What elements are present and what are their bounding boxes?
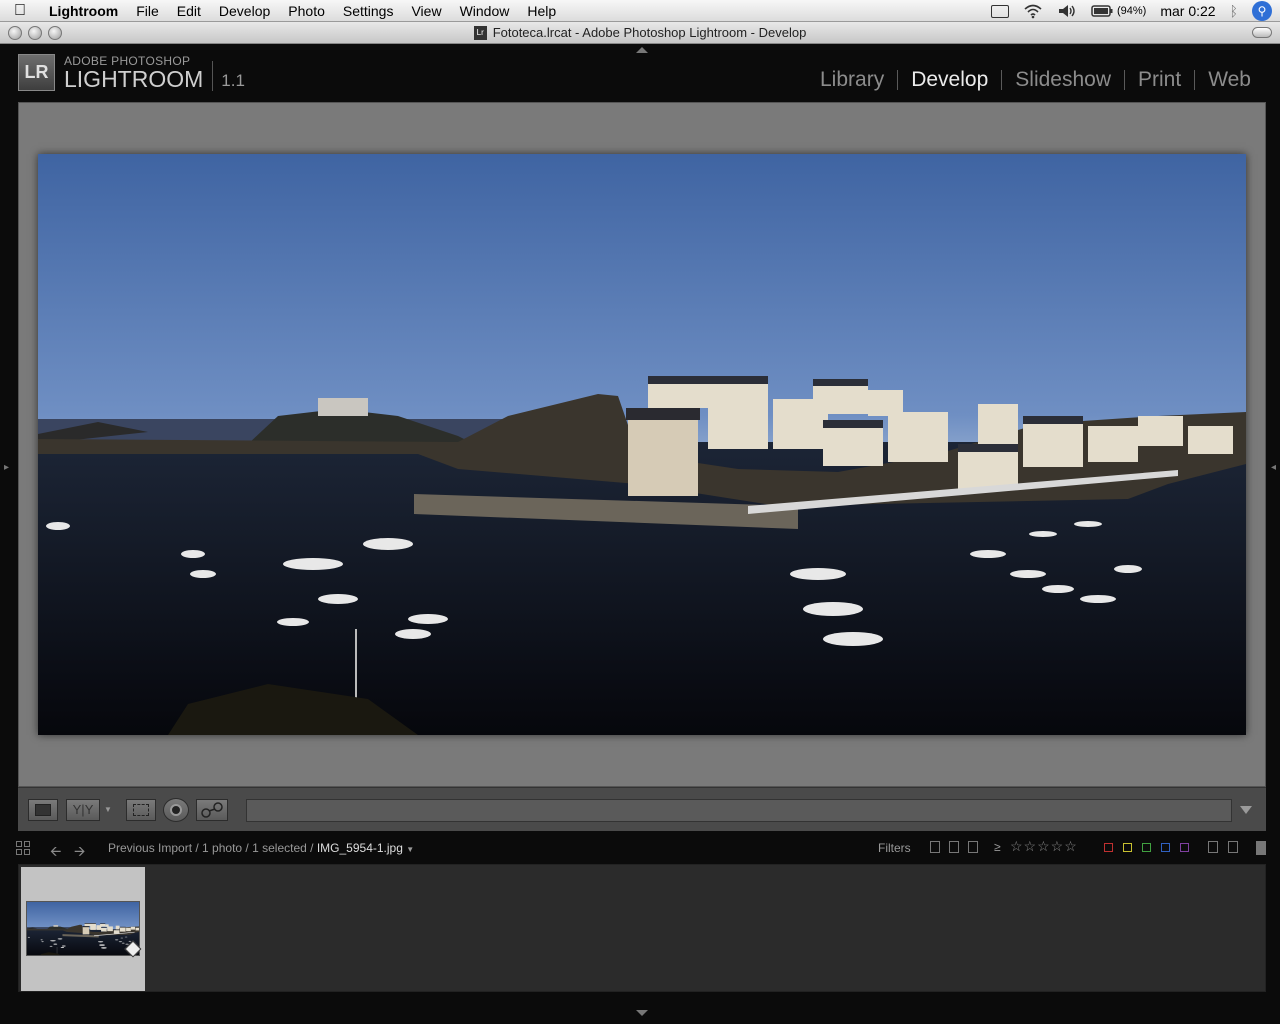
right-panel-toggle-icon[interactable]: ◂ xyxy=(1271,462,1276,473)
toolbar-info-field[interactable] xyxy=(246,799,1232,822)
spot-removal-tool-button[interactable] xyxy=(196,799,228,821)
close-window-button[interactable] xyxy=(8,26,22,40)
minimize-window-button[interactable] xyxy=(28,26,42,40)
crumb-source: Previous Import xyxy=(108,841,193,855)
volume-icon[interactable] xyxy=(1057,3,1077,19)
main-photo xyxy=(38,154,1246,735)
window-title: Fototeca.lrcat - Adobe Photoshop Lightro… xyxy=(492,25,807,40)
breadcrumb[interactable]: Previous Import / 1 photo / 1 selected /… xyxy=(108,841,414,855)
grid-view-icon[interactable] xyxy=(16,841,30,855)
crumb-filename: IMG_5954-1.jpg xyxy=(316,841,403,855)
menu-view[interactable]: View xyxy=(402,0,450,22)
zoom-window-button[interactable] xyxy=(48,26,62,40)
wifi-icon[interactable] xyxy=(1023,3,1043,19)
identity-plate: LR ADOBE PHOTOSHOP LIGHTROOM 1.1 xyxy=(18,54,245,91)
back-arrow-icon[interactable]: 🡨 xyxy=(50,841,61,865)
apple-icon[interactable]:  xyxy=(0,2,40,20)
mac-menubar:  Lightroom File Edit Develop Photo Sett… xyxy=(0,0,1280,22)
filmstrip xyxy=(18,864,1266,992)
menu-develop[interactable]: Develop xyxy=(210,0,279,22)
clock[interactable]: mar 0:22 xyxy=(1160,3,1215,19)
filters-label: Filters xyxy=(878,841,911,855)
flag-picked-icon[interactable] xyxy=(930,841,940,853)
menu-window[interactable]: Window xyxy=(451,0,519,22)
label-green-filter[interactable] xyxy=(1142,843,1151,852)
module-slideshow[interactable]: Slideshow xyxy=(1002,68,1124,92)
bottom-panel-toggle-icon[interactable] xyxy=(636,1010,648,1016)
virtual-copy-icon[interactable] xyxy=(1228,841,1238,853)
red-eye-tool-button[interactable] xyxy=(163,798,189,822)
menu-help[interactable]: Help xyxy=(518,0,565,22)
menu-settings[interactable]: Settings xyxy=(334,0,403,22)
document-icon: Lr xyxy=(473,25,487,40)
toolbar-toggle-button[interactable] xyxy=(1252,27,1272,38)
module-picker: Library Develop Slideshow Print Web xyxy=(807,68,1264,92)
lr-logo: LR xyxy=(18,54,55,91)
top-panel-toggle-icon[interactable] xyxy=(636,47,648,53)
label-blue-filter[interactable] xyxy=(1161,843,1170,852)
label-red-filter[interactable] xyxy=(1104,843,1113,852)
toolbar-options-chevron-icon[interactable] xyxy=(1240,806,1252,814)
menu-photo[interactable]: Photo xyxy=(279,0,334,22)
develop-toolbar: Y|Y ▼ xyxy=(18,787,1266,831)
identity-line2: LIGHTROOM xyxy=(64,66,204,92)
copy-status-icon[interactable] xyxy=(1208,841,1218,853)
menu-edit[interactable]: Edit xyxy=(168,0,210,22)
crop-tool-button[interactable] xyxy=(126,799,156,821)
crumb-count: 1 photo xyxy=(202,841,243,855)
menu-file[interactable]: File xyxy=(127,0,168,22)
filmstrip-cell[interactable] xyxy=(21,867,145,991)
module-library[interactable]: Library xyxy=(807,68,897,92)
spotlight-icon[interactable]: ⚲ xyxy=(1252,1,1272,21)
module-develop[interactable]: Develop xyxy=(898,68,1001,92)
window-titlebar: Lr Fototeca.lrcat - Adobe Photoshop Ligh… xyxy=(0,22,1280,44)
crumb-selected: 1 selected xyxy=(252,841,307,855)
before-after-button[interactable]: Y|Y xyxy=(66,799,100,821)
photo-thumbnail[interactable] xyxy=(26,901,140,956)
rating-operator[interactable]: ≥ xyxy=(994,840,1001,854)
label-purple-filter[interactable] xyxy=(1180,843,1189,852)
forward-arrow-icon[interactable]: 🡪 xyxy=(74,841,85,865)
module-web[interactable]: Web xyxy=(1195,68,1264,92)
version-label: 1.1 xyxy=(212,61,245,91)
menu-app[interactable]: Lightroom xyxy=(40,0,127,22)
left-panel-toggle-icon[interactable]: ▸ xyxy=(4,462,9,473)
flag-rejected-icon[interactable] xyxy=(968,841,978,853)
label-yellow-filter[interactable] xyxy=(1123,843,1132,852)
filmstrip-navigator: 🡨 🡪 Previous Import / 1 photo / 1 select… xyxy=(0,835,1280,861)
filmstrip-toggle-icon[interactable] xyxy=(1256,841,1266,855)
flag-unflagged-icon[interactable] xyxy=(949,841,959,853)
chevron-down-icon[interactable]: ▼ xyxy=(104,805,112,814)
battery-icon[interactable] xyxy=(1091,5,1113,17)
battery-percent: (94%) xyxy=(1117,5,1147,17)
loupe-view-button[interactable] xyxy=(28,799,58,821)
bluetooth-icon[interactable]: ᛒ xyxy=(1230,3,1238,19)
star-rating-filter[interactable]: ☆☆☆☆☆ xyxy=(1010,838,1078,855)
display-icon[interactable] xyxy=(991,4,1009,18)
chevron-down-icon[interactable]: ▼ xyxy=(406,845,414,854)
module-print[interactable]: Print xyxy=(1125,68,1194,92)
